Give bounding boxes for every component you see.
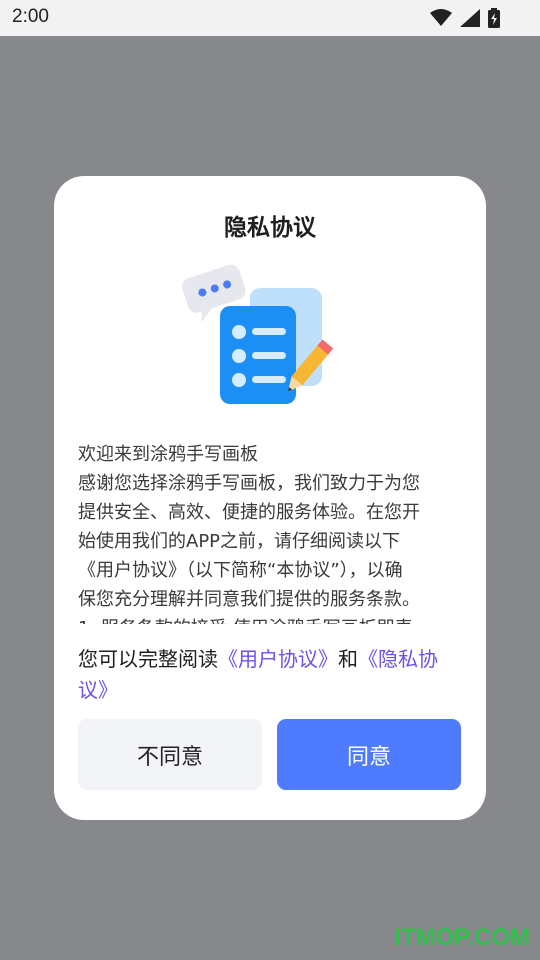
agreement-line: 始使用我们的APP之前，请仔细阅读以下 bbox=[78, 531, 401, 552]
disagree-button[interactable]: 不同意 bbox=[78, 719, 262, 790]
agreement-line: 1. 服务条款的接受 使用涂鸦手写画板即表 bbox=[78, 614, 462, 624]
cell-signal-icon bbox=[460, 9, 480, 27]
wifi-icon bbox=[430, 9, 452, 26]
agreement-line: 提供安全、高效、便捷的服务体验。在您开 bbox=[78, 502, 420, 523]
agree-button[interactable]: 同意 bbox=[277, 719, 461, 790]
consent-and: 和 bbox=[338, 647, 358, 671]
document-chat-pencil-icon bbox=[182, 264, 334, 404]
privacy-dialog: 隐私协议 欢迎来到涂鸦手写画板 感谢您选择涂鸦手写画板，我们致力于为您 提供安全… bbox=[54, 176, 486, 820]
status-icons bbox=[430, 8, 500, 28]
watermark: ITMOP.COM bbox=[394, 924, 530, 951]
agreement-text-scroll[interactable]: 欢迎来到涂鸦手写画板 感谢您选择涂鸦手写画板，我们致力于为您 提供安全、高效、便… bbox=[78, 440, 462, 624]
agreement-line: 《用户协议》（以下简称“本协议”），以确 bbox=[78, 560, 403, 581]
consent-text: 您可以完整阅读《用户协议》和《隐私协议》 bbox=[78, 644, 462, 706]
battery-icon bbox=[488, 8, 500, 28]
consent-prefix: 您可以完整阅读 bbox=[78, 647, 218, 671]
dialog-title: 隐私协议 bbox=[224, 215, 316, 241]
agreement-line: 感谢您选择涂鸦手写画板，我们致力于为您 bbox=[78, 473, 420, 494]
status-bar: 2:00 bbox=[0, 0, 540, 36]
agreement-line: 欢迎来到涂鸦手写画板 bbox=[78, 444, 258, 465]
status-time: 2:00 bbox=[12, 6, 49, 27]
user-agreement-link[interactable]: 《用户协议》 bbox=[218, 647, 338, 671]
agreement-line: 保您充分理解并同意我们提供的服务条款。 bbox=[78, 589, 420, 610]
